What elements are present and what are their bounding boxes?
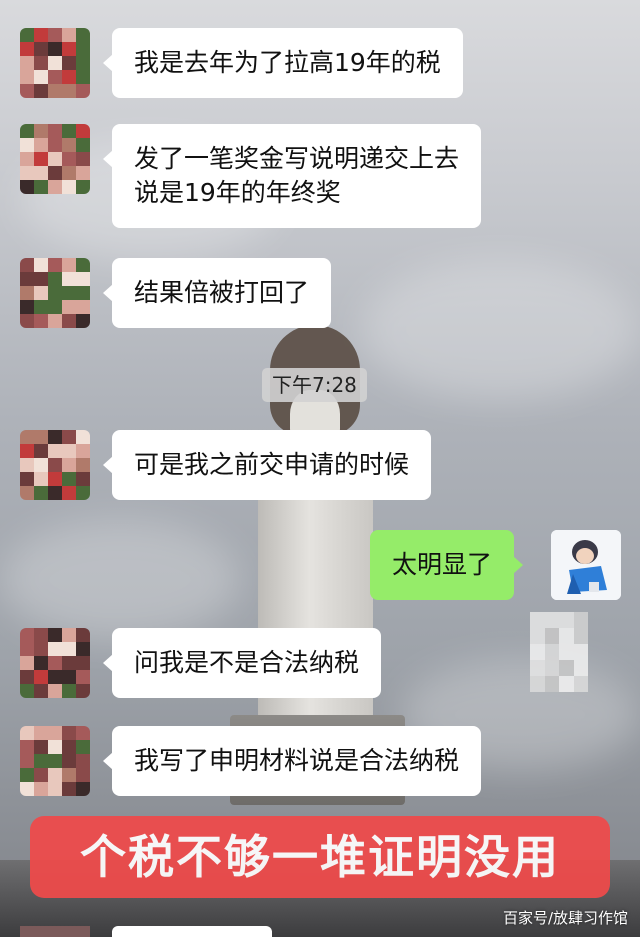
self-avatar[interactable] — [551, 530, 621, 600]
message-bubble-partial — [112, 926, 272, 937]
contact-avatar[interactable] — [20, 430, 90, 500]
message-text: 太明显了 — [392, 550, 493, 579]
message-bubble[interactable]: 结果倍被打回了 — [102, 258, 332, 328]
message-text: 说是19年的年终奖 — [134, 178, 341, 207]
contact-avatar[interactable] — [20, 124, 90, 194]
message-bubble[interactable]: 我是去年为了拉高19年的税 — [103, 28, 463, 98]
message-text: 可是我之前交申请的时候 — [134, 450, 410, 479]
message-text: 我是去年为了拉高19年的税 — [134, 48, 441, 77]
contact-avatar-partial — [20, 926, 90, 937]
message-bubble[interactable]: 问我是不是合法纳税 — [102, 628, 382, 698]
caption-banner: 个税不够一堆证明没用 — [30, 816, 610, 898]
message-text: 结果倍被打回了 — [134, 278, 310, 307]
message-timestamp: 下午7:28 — [262, 368, 367, 402]
watermark: 百家号/放肆习作馆 — [502, 909, 628, 927]
contact-avatar[interactable] — [20, 28, 90, 98]
message-text: 发了一笔奖金写说明递交上去 — [134, 144, 460, 173]
contact-avatar[interactable] — [20, 726, 90, 796]
blurred-region — [530, 612, 588, 692]
cartoon-character-icon — [551, 530, 621, 600]
message-text: 问我是不是合法纳税 — [134, 648, 360, 677]
message-bubble[interactable]: 发了一笔奖金写说明递交上去 说是19年的年终奖 — [102, 124, 482, 228]
message-bubble-self[interactable]: 太明显了 — [370, 530, 524, 600]
message-text: 我写了申明材料说是合法纳税 — [134, 746, 460, 775]
message-bubble[interactable]: 我写了申明材料说是合法纳税 — [102, 726, 482, 796]
contact-avatar[interactable] — [20, 258, 90, 328]
contact-avatar[interactable] — [20, 628, 90, 698]
message-bubble[interactable]: 可是我之前交申请的时候 — [102, 430, 432, 500]
